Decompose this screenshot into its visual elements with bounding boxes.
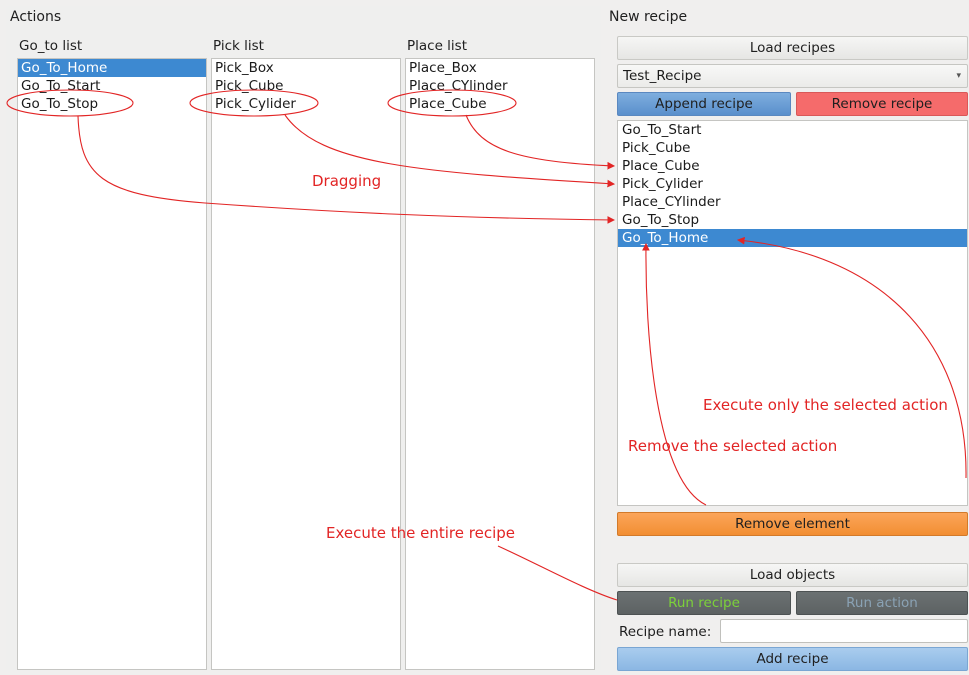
list-item[interactable]: Go_To_Home — [618, 229, 967, 247]
goto-listbox[interactable]: Go_To_Home Go_To_Start Go_To_Stop — [17, 58, 207, 670]
add-recipe-button[interactable]: Add recipe — [617, 647, 968, 671]
goto-list-title: Go_to list — [19, 38, 83, 54]
pick-list-title: Pick list — [213, 38, 264, 54]
load-objects-button[interactable]: Load objects — [617, 563, 968, 587]
chevron-down-icon: ▾ — [956, 71, 961, 81]
list-item[interactable]: Go_To_Start — [618, 121, 967, 139]
append-recipe-button[interactable]: Append recipe — [617, 92, 791, 116]
recipe-select-value: Test_Recipe — [623, 68, 702, 84]
list-item[interactable]: Place_Box — [406, 59, 594, 77]
list-item[interactable]: Pick_Cube — [212, 77, 400, 95]
load-recipes-button[interactable]: Load recipes — [617, 36, 968, 60]
remove-recipe-button[interactable]: Remove recipe — [796, 92, 968, 116]
list-item[interactable]: Place_Cube — [406, 95, 594, 113]
list-item[interactable]: Go_To_Stop — [18, 95, 206, 113]
actions-title: Actions — [10, 9, 62, 25]
annotation-execute-entire: Execute the entire recipe — [326, 524, 515, 542]
new-recipe-title: New recipe — [609, 9, 688, 25]
recipe-select[interactable]: Test_Recipe ▾ — [617, 64, 968, 88]
run-action-button[interactable]: Run action — [796, 591, 968, 615]
place-listbox[interactable]: Place_Box Place_CYlinder Place_Cube — [405, 58, 595, 670]
remove-element-button[interactable]: Remove element — [617, 512, 968, 536]
app-window: Actions Go_to list Pick list Place list … — [0, 0, 969, 675]
annotation-dragging: Dragging — [312, 172, 382, 190]
list-item[interactable]: Place_Cube — [618, 157, 967, 175]
list-item[interactable]: Go_To_Stop — [618, 211, 967, 229]
list-item[interactable]: Place_CYlinder — [618, 193, 967, 211]
pick-listbox[interactable]: Pick_Box Pick_Cube Pick_Cylider — [211, 58, 401, 670]
list-item[interactable]: Pick_Cylider — [618, 175, 967, 193]
list-item[interactable]: Pick_Cylider — [212, 95, 400, 113]
list-item[interactable]: Pick_Cube — [618, 139, 967, 157]
run-recipe-button[interactable]: Run recipe — [617, 591, 791, 615]
list-item[interactable]: Place_CYlinder — [406, 77, 594, 95]
annotation-remove-selected: Remove the selected action — [628, 437, 838, 455]
recipe-name-input[interactable] — [720, 619, 968, 643]
list-item[interactable]: Go_To_Start — [18, 77, 206, 95]
list-item[interactable]: Pick_Box — [212, 59, 400, 77]
recipe-name-label: Recipe name: — [619, 624, 712, 640]
annotation-execute-selected: Execute only the selected action — [703, 396, 948, 414]
list-item[interactable]: Go_To_Home — [18, 59, 206, 77]
place-list-title: Place list — [407, 38, 468, 54]
